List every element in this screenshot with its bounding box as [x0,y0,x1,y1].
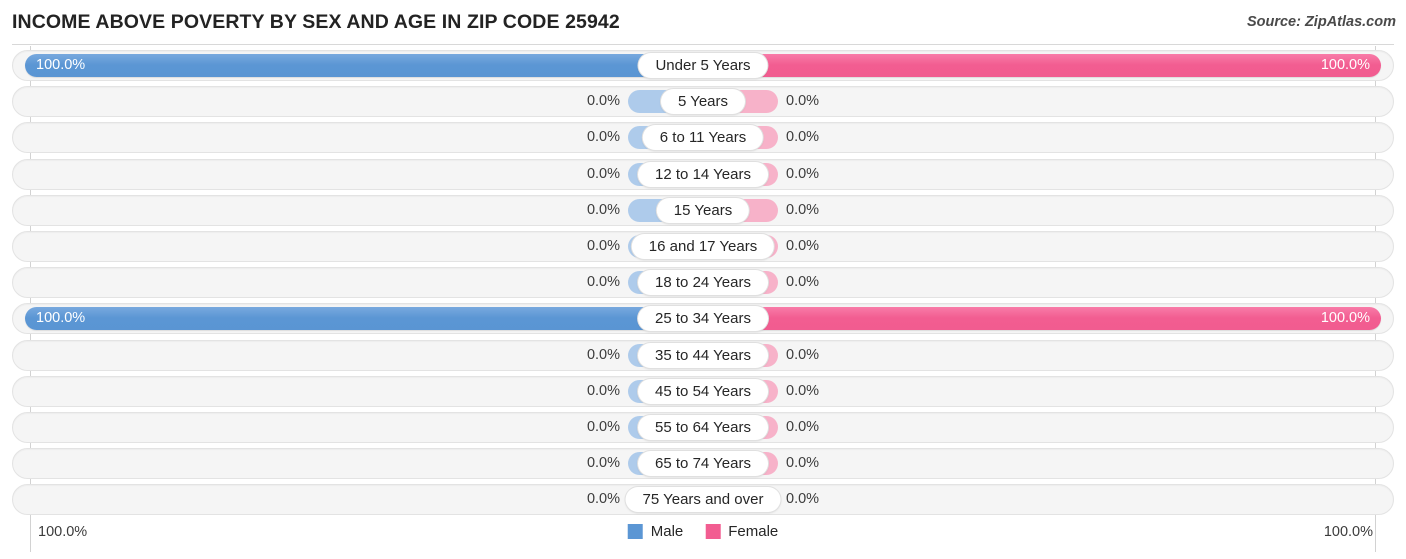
value-female: 0.0% [786,165,820,182]
value-female: 0.0% [786,238,820,254]
category-label-pill: 25 to 34 Years [638,306,768,332]
value-female: 0.0% [786,491,820,508]
category-label-pill: 5 Years [660,89,746,115]
legend-item-female[interactable]: Female [705,523,778,540]
chart-footer: 100.0% Male Female 100.0% [0,520,1406,559]
axis-label-left: 100.0% [38,524,88,540]
chart-row: 0.0% 0.0% 55 to 64 Years [12,412,1394,443]
bar-male[interactable] [25,307,703,331]
legend-item-male[interactable]: Male [627,523,684,540]
chart-row: 0.0% 0.0% 6 to 11 Years [12,122,1394,154]
chart-row: 0.0% 0.0% 45 to 54 Years [12,375,1394,407]
chart-legend: Male Female [627,523,778,540]
category-label-pill: 55 to 64 Years [638,415,768,440]
category-label-pill: 6 to 11 Years [642,125,764,151]
axis-label-right: 100.0% [1323,524,1373,540]
value-male: 0.0% [586,201,620,218]
chart-row: 0.0% 0.0% 65 to 74 Years [12,448,1394,480]
category-label-pill: 18 to 24 Years [638,270,768,296]
category-label-pill: 65 to 74 Years [638,451,768,477]
category-label-pill: 12 to 14 Years [638,161,768,187]
value-male: 0.0% [586,93,620,110]
value-male: 0.0% [586,238,620,254]
bar-male[interactable] [25,54,703,77]
legend-label-male: Male [650,523,684,540]
value-female: 0.0% [786,93,820,110]
legend-swatch-male-icon [627,524,643,539]
chart-row: 0.0% 0.0% 15 Years [12,194,1394,226]
category-label-pill: Under 5 Years [638,53,768,78]
value-female: 0.0% [786,455,820,472]
value-female: 0.0% [786,419,820,435]
value-female: 0.0% [786,382,820,399]
value-female: 0.0% [786,346,820,363]
chart-plot-area: 100.0% 100.0% Under 5 Years 0.0% 0.0% 5 Years… [0,44,1406,552]
value-male: 100.0% [36,310,86,327]
value-male: 100.0% [36,57,86,73]
value-male: 0.0% [586,491,620,508]
chart-header: INCOME ABOVE POVERTY BY SEX AND AGE IN Z… [0,0,1406,44]
chart-row: 100.0% 100.0% 25 to 34 Years [12,303,1394,335]
legend-label-female: Female [728,523,779,540]
value-male: 0.0% [586,165,620,182]
value-female: 0.0% [786,274,820,291]
value-female: 0.0% [786,201,820,218]
category-label-pill: 35 to 44 Years [638,342,768,368]
chart-row: 100.0% 100.0% Under 5 Years [12,50,1394,81]
chart-row: 0.0% 0.0% 35 to 44 Years [12,339,1394,371]
chart-row: 0.0% 0.0% 5 Years [12,86,1394,118]
value-male: 0.0% [586,382,620,399]
chart-row: 0.0% 0.0% 75 Years and over [12,484,1394,516]
category-label-pill: 16 and 17 Years [631,234,775,259]
source-attribution: Source: ZipAtlas.com [1246,14,1396,30]
value-female: 0.0% [786,129,820,146]
value-male: 0.0% [586,346,620,363]
category-label-pill: 45 to 54 Years [638,378,768,404]
bar-female[interactable] [703,54,1381,77]
value-male: 0.0% [586,419,620,435]
legend-swatch-female-icon [705,524,721,539]
value-male: 0.0% [586,274,620,291]
value-male: 0.0% [586,455,620,472]
category-label-pill: 15 Years [656,197,750,223]
bar-female[interactable] [703,307,1381,331]
chart-row: 0.0% 0.0% 12 to 14 Years [12,158,1394,190]
plot-top-divider [12,44,1394,45]
value-female: 100.0% [1320,310,1370,327]
chart-row: 0.0% 0.0% 16 and 17 Years [12,231,1394,262]
page-title: INCOME ABOVE POVERTY BY SEX AND AGE IN Z… [12,11,620,33]
value-female: 100.0% [1320,57,1370,73]
value-male: 0.0% [586,129,620,146]
category-label-pill: 75 Years and over [625,487,781,513]
chart-row: 0.0% 0.0% 18 to 24 Years [12,267,1394,299]
